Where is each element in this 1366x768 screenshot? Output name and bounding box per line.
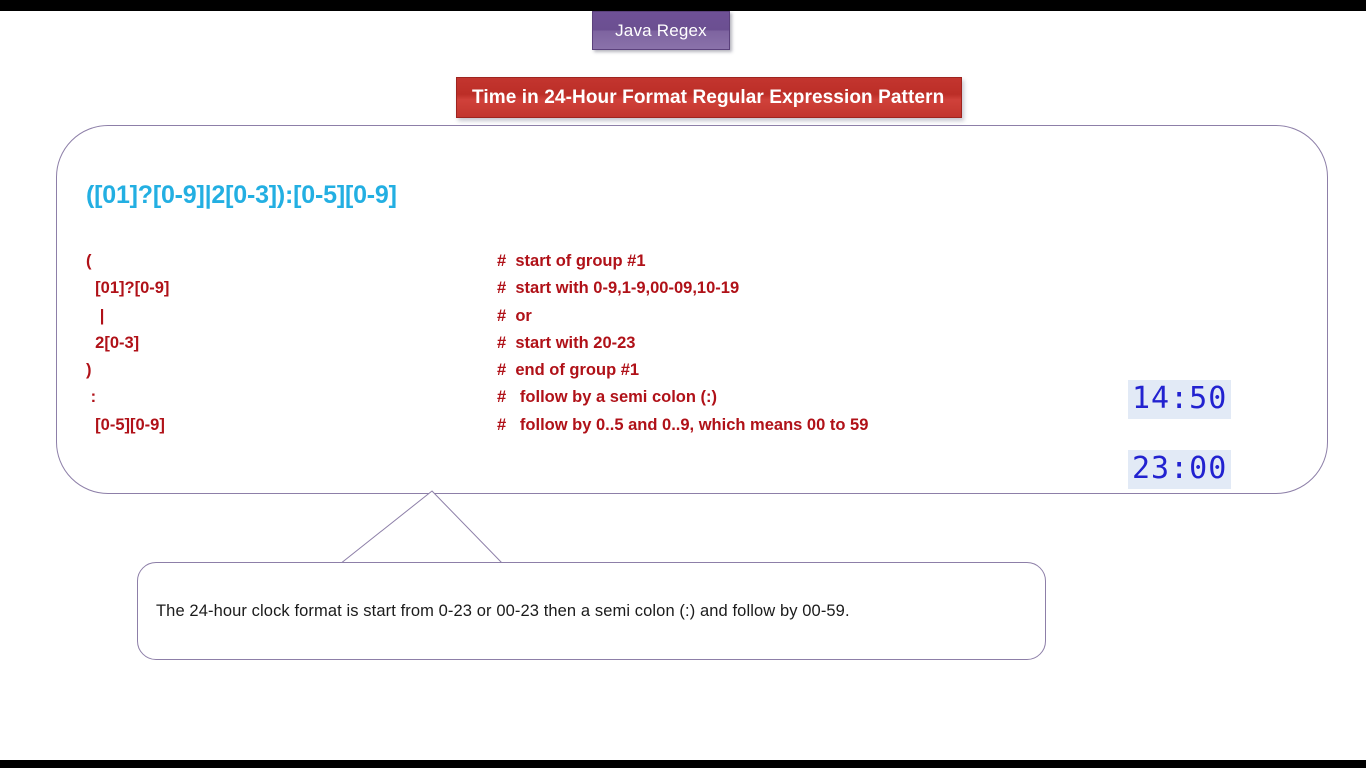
- slide-title-banner: Time in 24-Hour Format Regular Expressio…: [456, 77, 962, 118]
- regex-breakdown-comment: # start of group #1: [497, 252, 646, 270]
- regex-breakdown-token: (: [86, 252, 92, 270]
- regex-breakdown-row: [01]?[0-9] # start with 0-9,1-9,00-09,10-…: [0, 279, 1366, 306]
- regex-breakdown-comment: # or: [497, 306, 532, 325]
- regex-breakdown-token: |: [86, 306, 105, 325]
- callout-pointer-icon: [338, 490, 505, 565]
- regex-breakdown-token: [0-5][0-9]: [86, 415, 165, 434]
- regex-breakdown-comment: # follow by 0..5 and 0..9, which means 0…: [497, 415, 869, 434]
- regex-breakdown-comment: # follow by a semi colon (:): [497, 388, 718, 407]
- letterbox-bottom: [0, 760, 1366, 768]
- sample-time-2: 23:00: [1128, 450, 1232, 489]
- regex-breakdown-token: ): [86, 361, 92, 380]
- regex-breakdown-comment: # end of group #1: [497, 361, 640, 380]
- java-regex-chip: Java Regex: [592, 11, 730, 50]
- slide-title-text: Time in 24-Hour Format Regular Expressio…: [472, 86, 945, 108]
- callout-text: The 24-hour clock format is start from 0…: [156, 601, 850, 620]
- regex-breakdown-row: | # or: [0, 307, 1366, 334]
- java-regex-chip-label: Java Regex: [615, 20, 707, 40]
- regex-breakdown-row: [0-5][0-9] # follow by 0..5 and 0..9, whi…: [0, 416, 1366, 443]
- regex-breakdown-token: [01]?[0-9]: [86, 279, 170, 298]
- regex-breakdown-row: 2[0-3] # start with 20-23: [0, 334, 1366, 361]
- regex-breakdown-token: 2[0-3]: [86, 333, 140, 352]
- callout-box: The 24-hour clock format is start from 0…: [137, 562, 1046, 660]
- regex-breakdown-token: :: [86, 388, 97, 407]
- regex-pattern-text: ([01]?[0-9]|2[0-3]):[0-5][0-9]: [86, 181, 397, 209]
- letterbox-top: [0, 0, 1366, 11]
- sample-time-1: 14:50: [1128, 380, 1232, 419]
- regex-breakdown-row: ( # start of group #1: [0, 252, 1366, 279]
- regex-breakdown-comment: # start with 0-9,1-9,00-09,10-19: [497, 279, 740, 298]
- regex-breakdown-comment: # start with 20-23: [497, 333, 636, 352]
